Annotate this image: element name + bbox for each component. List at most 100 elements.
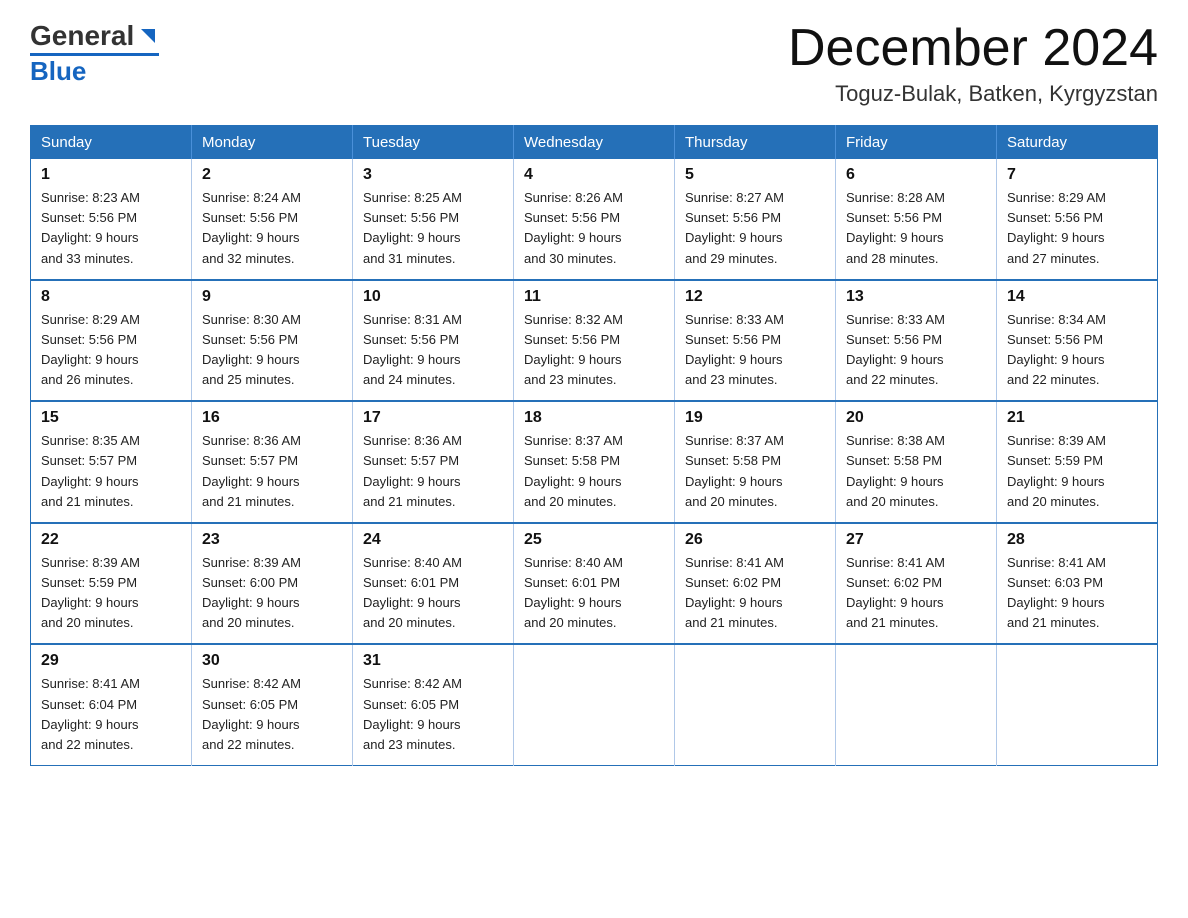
day-number: 5 [685, 166, 825, 184]
day-info: Sunrise: 8:33 AMSunset: 5:56 PMDaylight:… [846, 312, 945, 387]
day-number: 21 [1007, 409, 1147, 427]
calendar-day-cell: 29 Sunrise: 8:41 AMSunset: 6:04 PMDaylig… [31, 644, 192, 765]
day-info: Sunrise: 8:34 AMSunset: 5:56 PMDaylight:… [1007, 312, 1106, 387]
day-number: 10 [363, 288, 503, 306]
calendar-day-cell: 22 Sunrise: 8:39 AMSunset: 5:59 PMDaylig… [31, 523, 192, 645]
calendar-day-cell: 18 Sunrise: 8:37 AMSunset: 5:58 PMDaylig… [514, 401, 675, 523]
day-number: 26 [685, 531, 825, 549]
calendar-day-header: Wednesday [514, 126, 675, 160]
calendar-day-cell [514, 644, 675, 765]
calendar-day-cell [836, 644, 997, 765]
calendar-day-header: Monday [192, 126, 353, 160]
day-number: 25 [524, 531, 664, 549]
day-number: 2 [202, 166, 342, 184]
day-number: 19 [685, 409, 825, 427]
logo-general-text: General [30, 20, 134, 52]
day-info: Sunrise: 8:42 AMSunset: 6:05 PMDaylight:… [363, 676, 462, 751]
day-number: 17 [363, 409, 503, 427]
day-info: Sunrise: 8:41 AMSunset: 6:04 PMDaylight:… [41, 676, 140, 751]
day-info: Sunrise: 8:27 AMSunset: 5:56 PMDaylight:… [685, 190, 784, 265]
calendar-day-cell: 5 Sunrise: 8:27 AMSunset: 5:56 PMDayligh… [675, 159, 836, 280]
day-info: Sunrise: 8:41 AMSunset: 6:02 PMDaylight:… [685, 555, 784, 630]
day-info: Sunrise: 8:39 AMSunset: 5:59 PMDaylight:… [41, 555, 140, 630]
calendar-day-cell: 16 Sunrise: 8:36 AMSunset: 5:57 PMDaylig… [192, 401, 353, 523]
day-info: Sunrise: 8:30 AMSunset: 5:56 PMDaylight:… [202, 312, 301, 387]
day-number: 11 [524, 288, 664, 306]
calendar-day-cell: 2 Sunrise: 8:24 AMSunset: 5:56 PMDayligh… [192, 159, 353, 280]
day-number: 14 [1007, 288, 1147, 306]
day-number: 9 [202, 288, 342, 306]
calendar-day-cell: 4 Sunrise: 8:26 AMSunset: 5:56 PMDayligh… [514, 159, 675, 280]
day-number: 20 [846, 409, 986, 427]
day-info: Sunrise: 8:40 AMSunset: 6:01 PMDaylight:… [363, 555, 462, 630]
logo: General Blue [30, 20, 159, 87]
day-info: Sunrise: 8:35 AMSunset: 5:57 PMDaylight:… [41, 433, 140, 508]
day-number: 18 [524, 409, 664, 427]
day-info: Sunrise: 8:26 AMSunset: 5:56 PMDaylight:… [524, 190, 623, 265]
subtitle: Toguz-Bulak, Batken, Kyrgyzstan [788, 81, 1158, 107]
calendar-week-row: 1 Sunrise: 8:23 AMSunset: 5:56 PMDayligh… [31, 159, 1158, 280]
calendar-day-cell: 10 Sunrise: 8:31 AMSunset: 5:56 PMDaylig… [353, 280, 514, 402]
calendar-day-cell: 31 Sunrise: 8:42 AMSunset: 6:05 PMDaylig… [353, 644, 514, 765]
day-number: 15 [41, 409, 181, 427]
day-info: Sunrise: 8:41 AMSunset: 6:02 PMDaylight:… [846, 555, 945, 630]
day-number: 8 [41, 288, 181, 306]
calendar-day-cell: 19 Sunrise: 8:37 AMSunset: 5:58 PMDaylig… [675, 401, 836, 523]
day-info: Sunrise: 8:33 AMSunset: 5:56 PMDaylight:… [685, 312, 784, 387]
title-block: December 2024 Toguz-Bulak, Batken, Kyrgy… [788, 20, 1158, 107]
day-info: Sunrise: 8:38 AMSunset: 5:58 PMDaylight:… [846, 433, 945, 508]
day-number: 22 [41, 531, 181, 549]
logo-arrow-icon [137, 25, 159, 52]
logo-blue-text: Blue [30, 56, 159, 87]
calendar-day-cell: 7 Sunrise: 8:29 AMSunset: 5:56 PMDayligh… [997, 159, 1158, 280]
calendar-day-header: Sunday [31, 126, 192, 160]
day-info: Sunrise: 8:29 AMSunset: 5:56 PMDaylight:… [1007, 190, 1106, 265]
day-info: Sunrise: 8:37 AMSunset: 5:58 PMDaylight:… [685, 433, 784, 508]
calendar-day-cell: 15 Sunrise: 8:35 AMSunset: 5:57 PMDaylig… [31, 401, 192, 523]
calendar-week-row: 15 Sunrise: 8:35 AMSunset: 5:57 PMDaylig… [31, 401, 1158, 523]
calendar-day-cell: 21 Sunrise: 8:39 AMSunset: 5:59 PMDaylig… [997, 401, 1158, 523]
day-info: Sunrise: 8:24 AMSunset: 5:56 PMDaylight:… [202, 190, 301, 265]
calendar-day-cell: 6 Sunrise: 8:28 AMSunset: 5:56 PMDayligh… [836, 159, 997, 280]
calendar-day-header: Thursday [675, 126, 836, 160]
calendar-week-row: 22 Sunrise: 8:39 AMSunset: 5:59 PMDaylig… [31, 523, 1158, 645]
day-number: 27 [846, 531, 986, 549]
calendar-day-cell: 26 Sunrise: 8:41 AMSunset: 6:02 PMDaylig… [675, 523, 836, 645]
day-info: Sunrise: 8:25 AMSunset: 5:56 PMDaylight:… [363, 190, 462, 265]
day-number: 29 [41, 652, 181, 670]
day-info: Sunrise: 8:39 AMSunset: 6:00 PMDaylight:… [202, 555, 301, 630]
calendar-day-cell: 9 Sunrise: 8:30 AMSunset: 5:56 PMDayligh… [192, 280, 353, 402]
calendar-day-cell [997, 644, 1158, 765]
calendar-day-cell: 27 Sunrise: 8:41 AMSunset: 6:02 PMDaylig… [836, 523, 997, 645]
day-info: Sunrise: 8:23 AMSunset: 5:56 PMDaylight:… [41, 190, 140, 265]
calendar-day-cell: 24 Sunrise: 8:40 AMSunset: 6:01 PMDaylig… [353, 523, 514, 645]
day-info: Sunrise: 8:28 AMSunset: 5:56 PMDaylight:… [846, 190, 945, 265]
calendar-table: SundayMondayTuesdayWednesdayThursdayFrid… [30, 125, 1158, 766]
day-info: Sunrise: 8:42 AMSunset: 6:05 PMDaylight:… [202, 676, 301, 751]
calendar-header-row: SundayMondayTuesdayWednesdayThursdayFrid… [31, 126, 1158, 160]
day-number: 23 [202, 531, 342, 549]
calendar-day-cell: 20 Sunrise: 8:38 AMSunset: 5:58 PMDaylig… [836, 401, 997, 523]
calendar-day-cell: 30 Sunrise: 8:42 AMSunset: 6:05 PMDaylig… [192, 644, 353, 765]
calendar-day-cell: 28 Sunrise: 8:41 AMSunset: 6:03 PMDaylig… [997, 523, 1158, 645]
calendar-day-cell: 8 Sunrise: 8:29 AMSunset: 5:56 PMDayligh… [31, 280, 192, 402]
calendar-week-row: 29 Sunrise: 8:41 AMSunset: 6:04 PMDaylig… [31, 644, 1158, 765]
day-info: Sunrise: 8:40 AMSunset: 6:01 PMDaylight:… [524, 555, 623, 630]
calendar-day-header: Saturday [997, 126, 1158, 160]
calendar-day-cell: 14 Sunrise: 8:34 AMSunset: 5:56 PMDaylig… [997, 280, 1158, 402]
day-number: 13 [846, 288, 986, 306]
day-info: Sunrise: 8:31 AMSunset: 5:56 PMDaylight:… [363, 312, 462, 387]
day-number: 28 [1007, 531, 1147, 549]
day-info: Sunrise: 8:29 AMSunset: 5:56 PMDaylight:… [41, 312, 140, 387]
day-info: Sunrise: 8:36 AMSunset: 5:57 PMDaylight:… [202, 433, 301, 508]
day-number: 12 [685, 288, 825, 306]
day-info: Sunrise: 8:36 AMSunset: 5:57 PMDaylight:… [363, 433, 462, 508]
day-number: 31 [363, 652, 503, 670]
day-number: 3 [363, 166, 503, 184]
day-number: 24 [363, 531, 503, 549]
day-number: 7 [1007, 166, 1147, 184]
calendar-day-cell: 12 Sunrise: 8:33 AMSunset: 5:56 PMDaylig… [675, 280, 836, 402]
day-info: Sunrise: 8:37 AMSunset: 5:58 PMDaylight:… [524, 433, 623, 508]
calendar-day-cell: 23 Sunrise: 8:39 AMSunset: 6:00 PMDaylig… [192, 523, 353, 645]
page-header: General Blue December 2024 Toguz-Bulak, … [30, 20, 1158, 107]
